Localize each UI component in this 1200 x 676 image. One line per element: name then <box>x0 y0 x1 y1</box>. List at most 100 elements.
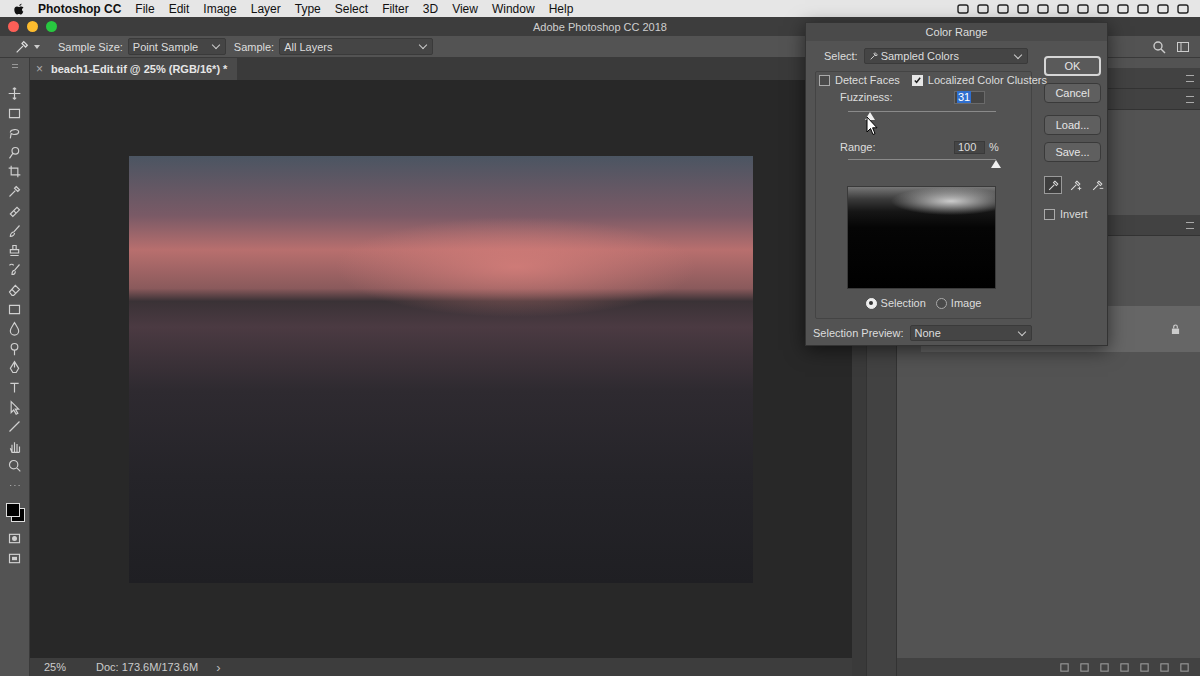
checkbox[interactable]: Detect Faces <box>819 74 900 86</box>
minimize-icon[interactable] <box>27 21 38 32</box>
bluetooth-icon[interactable] <box>1056 2 1070 16</box>
dialog-button[interactable]: OK <box>1044 56 1101 76</box>
app-menu[interactable]: Photoshop CC <box>38 2 121 16</box>
sample-dropdown[interactable]: All Layers <box>279 38 433 55</box>
selection-preview-dropdown[interactable]: None <box>910 325 1033 341</box>
status-bar: 25%Doc: 173.6M/173.6M› <box>30 658 852 676</box>
wifi-icon[interactable] <box>1076 2 1090 16</box>
sample-eyedropper-icon[interactable] <box>1044 176 1062 194</box>
zoom-tool-icon[interactable] <box>7 458 22 473</box>
dialog-button[interactable]: Load... <box>1044 115 1101 135</box>
quick-select-tool-icon[interactable] <box>7 145 22 160</box>
foreground-color[interactable] <box>6 503 20 517</box>
checkbox-box[interactable] <box>1044 209 1055 220</box>
list-icon[interactable] <box>1176 2 1190 16</box>
panel-menu-icon[interactable] <box>1186 222 1194 229</box>
evernote-icon[interactable] <box>1016 2 1030 16</box>
blur-tool-icon[interactable] <box>7 321 22 336</box>
radio-button[interactable]: Image <box>936 296 982 310</box>
zoom-level[interactable]: 25% <box>44 661 96 673</box>
hand-tool-icon[interactable] <box>7 439 22 454</box>
menu-item[interactable]: Help <box>549 2 574 16</box>
path-select-tool-icon[interactable] <box>7 400 22 415</box>
dropbox-icon[interactable] <box>1036 2 1050 16</box>
dialog-button[interactable]: Save... <box>1044 142 1101 162</box>
link-icon[interactable] <box>1059 662 1070 673</box>
search-icon[interactable] <box>1156 2 1170 16</box>
stamp-tool-icon[interactable] <box>7 243 22 258</box>
mask-icon[interactable] <box>1099 662 1110 673</box>
menu-item[interactable]: File <box>135 2 154 16</box>
fx-icon[interactable] <box>1079 662 1090 673</box>
type-tool-icon[interactable] <box>7 380 22 395</box>
dodge-tool-icon[interactable] <box>7 341 22 356</box>
menu-item[interactable]: Edit <box>169 2 190 16</box>
eraser-tool-icon[interactable] <box>7 282 22 297</box>
line-tool-icon[interactable] <box>7 419 22 434</box>
menu-item[interactable]: Layer <box>251 2 281 16</box>
eyedropper-tool-icon[interactable] <box>7 184 22 199</box>
screen-mode-icon[interactable] <box>7 551 22 566</box>
document-tab[interactable]: ×beach1-Edit.tif @ 25% (RGB/16*) * <box>30 58 237 80</box>
menu-item[interactable]: View <box>452 2 478 16</box>
color-swatches[interactable] <box>4 501 26 523</box>
menu-item[interactable]: Image <box>203 2 236 16</box>
close-icon[interactable] <box>8 21 19 32</box>
slider-value-field[interactable]: 31 <box>954 91 985 104</box>
move-tool-icon[interactable] <box>7 86 22 101</box>
zoom-icon[interactable] <box>46 21 57 32</box>
crop-tool-icon[interactable] <box>7 164 22 179</box>
lock-icon[interactable] <box>1171 324 1180 335</box>
marquee-tool-icon[interactable] <box>7 106 22 121</box>
more-tool-icon[interactable] <box>7 478 22 493</box>
creative-cloud-icon[interactable] <box>976 2 990 16</box>
slider-thumb[interactable] <box>991 160 1001 168</box>
screen-record-icon[interactable] <box>956 2 970 16</box>
history-brush-tool-icon[interactable] <box>7 262 22 277</box>
adjust-icon[interactable] <box>1119 662 1130 673</box>
collapse-icon[interactable] <box>12 64 18 68</box>
search-icon[interactable] <box>1152 40 1166 54</box>
airplay-icon[interactable] <box>1116 2 1130 16</box>
lasso-tool-icon[interactable] <box>7 125 22 140</box>
radio-circle[interactable] <box>866 298 877 309</box>
slider-value-field[interactable]: 100 <box>954 141 985 154</box>
menu-item[interactable]: 3D <box>423 2 438 16</box>
checkbox[interactable]: Localized Color Clusters <box>912 74 1047 86</box>
select-dropdown[interactable]: Sampled Colors <box>864 48 1028 64</box>
workspace-icon[interactable] <box>1176 40 1190 54</box>
menu-item[interactable]: Window <box>492 2 535 16</box>
dialog-button[interactable]: Cancel <box>1044 83 1101 103</box>
panel-menu-icon[interactable] <box>1186 75 1194 82</box>
add-eyedropper-icon[interactable] <box>1066 176 1084 194</box>
apple-logo-icon[interactable] <box>13 2 25 16</box>
tab-close-button[interactable]: × <box>36 62 43 76</box>
photo[interactable] <box>129 156 753 583</box>
status-menu-arrow[interactable]: › <box>216 660 220 675</box>
trash-icon[interactable] <box>1179 662 1190 673</box>
slider[interactable] <box>848 156 996 172</box>
quick-mask-icon[interactable] <box>7 531 22 546</box>
pen-tool-icon[interactable] <box>7 360 22 375</box>
panel-menu-icon[interactable] <box>1186 96 1194 103</box>
subtract-eyedropper-icon[interactable] <box>1088 176 1106 194</box>
tool-preset-caret-icon[interactable] <box>34 45 40 49</box>
checkbox-box[interactable] <box>912 75 923 86</box>
new-layer-icon[interactable] <box>1159 662 1170 673</box>
menu-item[interactable]: Select <box>335 2 368 16</box>
checkbox-box[interactable] <box>819 75 830 86</box>
gradient-tool-icon[interactable] <box>7 302 22 317</box>
sample-size-dropdown[interactable]: Point Sample <box>128 38 226 55</box>
healing-tool-icon[interactable] <box>7 204 22 219</box>
menu-item[interactable]: Filter <box>382 2 409 16</box>
folder-icon[interactable] <box>1139 662 1150 673</box>
invert-checkbox[interactable]: Invert <box>1044 208 1088 220</box>
volume-icon[interactable] <box>1096 2 1110 16</box>
menu-item[interactable]: Type <box>295 2 321 16</box>
user-icon[interactable] <box>1136 2 1150 16</box>
display-icon[interactable] <box>996 2 1010 16</box>
radio-button[interactable]: Selection <box>866 296 926 310</box>
eyedropper-icon[interactable] <box>14 39 30 55</box>
radio-circle[interactable] <box>936 298 947 309</box>
brush-tool-icon[interactable] <box>7 223 22 238</box>
